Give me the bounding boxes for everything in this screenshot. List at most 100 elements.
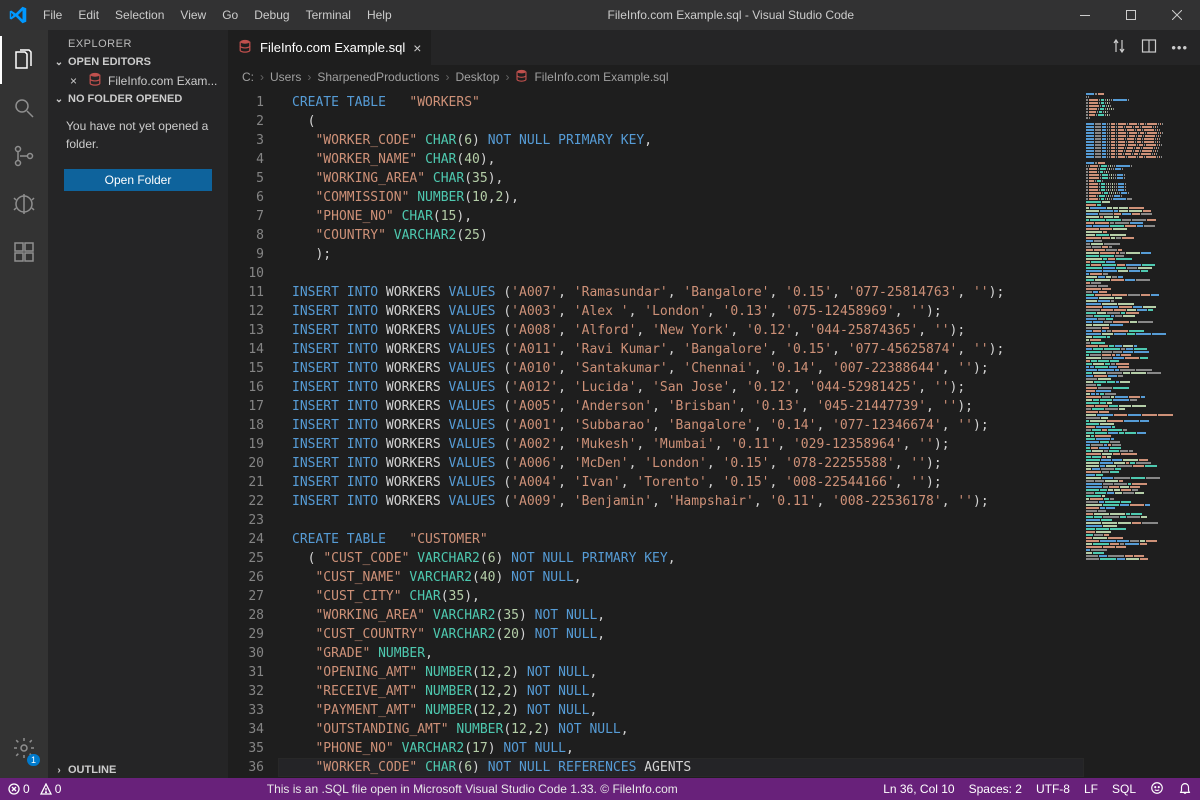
- chevron-right-icon: ›: [505, 70, 509, 84]
- vscode-logo-icon: [0, 6, 35, 24]
- sidebar-title: EXPLORER: [48, 30, 228, 54]
- menu-bar: FileEditSelectionViewGoDebugTerminalHelp: [35, 0, 400, 30]
- code-line[interactable]: "WORKING_AREA" CHAR(35),: [278, 169, 1084, 188]
- close-icon[interactable]: ×: [70, 74, 82, 88]
- open-editor-item[interactable]: × FileInfo.com Exam...: [48, 70, 228, 91]
- minimize-button[interactable]: [1062, 0, 1108, 30]
- menu-help[interactable]: Help: [359, 0, 400, 30]
- code-line[interactable]: INSERT INTO WORKERS VALUES ('A006', 'McD…: [278, 454, 1084, 473]
- code-line[interactable]: CREATE TABLE "CUSTOMER": [278, 530, 1084, 549]
- code-line[interactable]: (: [278, 112, 1084, 131]
- menu-edit[interactable]: Edit: [70, 0, 107, 30]
- code-line[interactable]: [278, 511, 1084, 530]
- code-line[interactable]: "PHONE_NO" CHAR(15),: [278, 207, 1084, 226]
- code-line[interactable]: "COUNTRY" VARCHAR2(25): [278, 226, 1084, 245]
- chevron-right-icon: ›: [260, 70, 264, 84]
- code-line[interactable]: "WORKER_CODE" CHAR(6) NOT NULL PRIMARY K…: [278, 131, 1084, 150]
- editor-tab[interactable]: FileInfo.com Example.sql ×: [228, 30, 432, 65]
- title-bar: FileEditSelectionViewGoDebugTerminalHelp…: [0, 0, 1200, 30]
- line-gutter: 1234567891011121314151617181920212223242…: [228, 89, 278, 778]
- close-icon[interactable]: ×: [413, 40, 421, 56]
- more-icon[interactable]: •••: [1171, 40, 1188, 55]
- chevron-down-icon: ⌄: [52, 94, 66, 105]
- code-editor[interactable]: CREATE TABLE "WORKERS" ( "WORKER_CODE" C…: [278, 89, 1084, 778]
- code-line[interactable]: "CUST_CITY" CHAR(35),: [278, 587, 1084, 606]
- window-controls: [1062, 0, 1200, 30]
- menu-selection[interactable]: Selection: [107, 0, 172, 30]
- chevron-right-icon: ›: [307, 70, 311, 84]
- breadcrumbs[interactable]: C:›Users›SharpenedProductions›Desktop›Fi…: [228, 65, 1200, 89]
- code-line[interactable]: "PAYMENT_AMT" NUMBER(12,2) NOT NULL,: [278, 701, 1084, 720]
- close-button[interactable]: [1154, 0, 1200, 30]
- code-line[interactable]: "WORKER_NAME" CHAR(40),: [278, 150, 1084, 169]
- activity-bar: 1: [0, 30, 48, 778]
- chevron-right-icon: ›: [52, 765, 66, 776]
- code-line[interactable]: "RECEIVE_AMT" NUMBER(12,2) NOT NULL,: [278, 682, 1084, 701]
- open-folder-button[interactable]: Open Folder: [64, 169, 212, 191]
- activity-source-control[interactable]: [0, 132, 48, 180]
- code-line[interactable]: INSERT INTO WORKERS VALUES ('A003', 'Ale…: [278, 302, 1084, 321]
- code-line[interactable]: INSERT INTO WORKERS VALUES ('A001', 'Sub…: [278, 416, 1084, 435]
- code-line[interactable]: CREATE TABLE "WORKERS": [278, 93, 1084, 112]
- breadcrumb-segment[interactable]: Users: [270, 70, 301, 84]
- breadcrumb-segment[interactable]: C:: [242, 70, 254, 84]
- activity-settings[interactable]: 1: [0, 724, 48, 772]
- code-line[interactable]: INSERT INTO WORKERS VALUES ('A008', 'Alf…: [278, 321, 1084, 340]
- code-line[interactable]: INSERT INTO WORKERS VALUES ('A012', 'Luc…: [278, 378, 1084, 397]
- no-folder-section[interactable]: ⌄NO FOLDER OPENED: [48, 91, 228, 107]
- code-line[interactable]: ( "CUST_CODE" VARCHAR2(6) NOT NULL PRIMA…: [278, 549, 1084, 568]
- code-line[interactable]: "OPENING_AMT" NUMBER(12,2) NOT NULL,: [278, 663, 1084, 682]
- code-line[interactable]: "WORKER_CODE" CHAR(6) NOT NULL REFERENCE…: [278, 758, 1084, 777]
- open-editors-label: OPEN EDITORS: [68, 56, 151, 68]
- window-title: FileInfo.com Example.sql - Visual Studio…: [400, 8, 1062, 22]
- code-line[interactable]: INSERT INTO WORKERS VALUES ('A007', 'Ram…: [278, 283, 1084, 302]
- split-editor-icon[interactable]: [1141, 38, 1157, 57]
- menu-debug[interactable]: Debug: [246, 0, 297, 30]
- status-message: This is an .SQL file open in Microsoft V…: [71, 782, 873, 796]
- code-line[interactable]: "OUTSTANDING_AMT" NUMBER(12,2) NOT NULL,: [278, 720, 1084, 739]
- minimap[interactable]: [1084, 89, 1200, 778]
- feedback-icon[interactable]: [1150, 781, 1164, 798]
- code-line[interactable]: "COMMISSION" NUMBER(10,2),: [278, 188, 1084, 207]
- status-spaces[interactable]: Spaces: 2: [969, 782, 1022, 796]
- code-line[interactable]: [278, 264, 1084, 283]
- code-line[interactable]: INSERT INTO WORKERS VALUES ('A005', 'And…: [278, 397, 1084, 416]
- outline-label: OUTLINE: [68, 764, 116, 776]
- code-line[interactable]: "GRADE" NUMBER,: [278, 644, 1084, 663]
- no-folder-message: You have not yet opened a folder.: [48, 107, 228, 163]
- code-line[interactable]: INSERT INTO WORKERS VALUES ('A011', 'Rav…: [278, 340, 1084, 359]
- status-ln-col[interactable]: Ln 36, Col 10: [883, 782, 954, 796]
- code-line[interactable]: INSERT INTO WORKERS VALUES ('A009', 'Ben…: [278, 492, 1084, 511]
- code-line[interactable]: );: [278, 245, 1084, 264]
- breadcrumb-segment[interactable]: FileInfo.com Example.sql: [534, 70, 668, 84]
- code-line[interactable]: INSERT INTO WORKERS VALUES ('A002', 'Muk…: [278, 435, 1084, 454]
- open-editors-section[interactable]: ⌄OPEN EDITORS: [48, 54, 228, 70]
- maximize-button[interactable]: [1108, 0, 1154, 30]
- menu-file[interactable]: File: [35, 0, 70, 30]
- editor-area: FileInfo.com Example.sql × ••• C: › Users ›…: [228, 30, 1200, 778]
- outline-section[interactable]: ›OUTLINE: [48, 762, 228, 778]
- breadcrumb-segment[interactable]: SharpenedProductions: [317, 70, 439, 84]
- menu-terminal[interactable]: Terminal: [298, 0, 359, 30]
- code-line[interactable]: "WORKING_AREA" VARCHAR2(35) NOT NULL,: [278, 606, 1084, 625]
- code-line[interactable]: "CUST_NAME" VARCHAR2(40) NOT NULL,: [278, 568, 1084, 587]
- breadcrumb-segment[interactable]: Desktop: [455, 70, 499, 84]
- sidebar: EXPLORER ⌄OPEN EDITORS × FileInfo.com Ex…: [48, 30, 228, 778]
- status-language[interactable]: SQL: [1112, 782, 1136, 796]
- activity-extensions[interactable]: [0, 228, 48, 276]
- menu-view[interactable]: View: [172, 0, 214, 30]
- status-encoding[interactable]: UTF-8: [1036, 782, 1070, 796]
- activity-explorer[interactable]: [0, 36, 48, 84]
- activity-search[interactable]: [0, 84, 48, 132]
- code-line[interactable]: "PHONE_NO" VARCHAR2(17) NOT NULL,: [278, 739, 1084, 758]
- status-eol[interactable]: LF: [1084, 782, 1098, 796]
- status-warnings[interactable]: 0: [40, 782, 62, 796]
- code-line[interactable]: INSERT INTO WORKERS VALUES ('A010', 'San…: [278, 359, 1084, 378]
- code-line[interactable]: "CUST_COUNTRY" VARCHAR2(20) NOT NULL,: [278, 625, 1084, 644]
- compare-icon[interactable]: [1111, 38, 1127, 57]
- menu-go[interactable]: Go: [214, 0, 246, 30]
- code-line[interactable]: INSERT INTO WORKERS VALUES ('A004', 'Iva…: [278, 473, 1084, 492]
- activity-debug[interactable]: [0, 180, 48, 228]
- notifications-icon[interactable]: [1178, 781, 1192, 798]
- status-errors[interactable]: 0: [8, 782, 30, 796]
